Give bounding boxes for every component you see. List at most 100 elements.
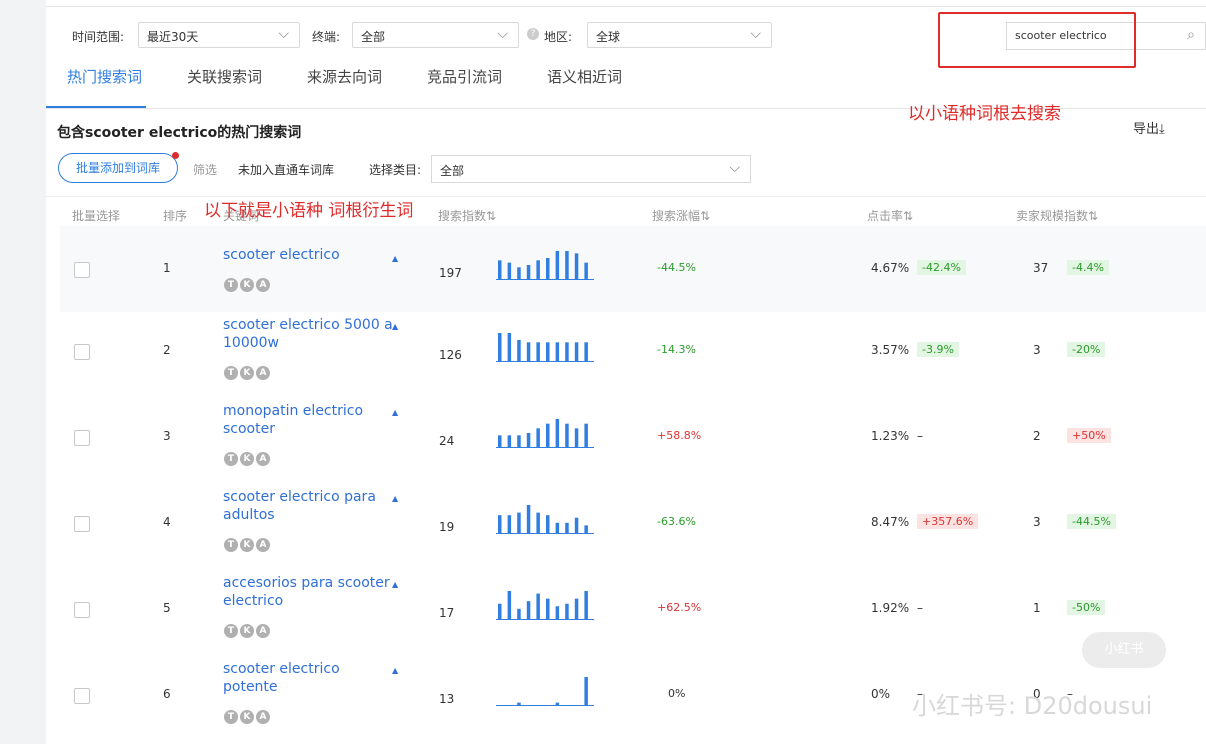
tag-t-icon: T	[224, 624, 238, 638]
tag-k-icon: K	[240, 538, 254, 552]
header-seller-scale-label: 卖家规模指数	[1016, 209, 1089, 223]
sparkline-bar	[536, 342, 540, 361]
sparkline-bar	[584, 342, 588, 361]
keyword-tags: TKA	[224, 532, 272, 552]
sparkline-bar	[574, 342, 579, 361]
sparkline-bar	[517, 267, 521, 279]
expand-triangle-icon[interactable]: ▲	[392, 254, 398, 263]
keyword-link[interactable]: monopatin electrico scooter	[223, 402, 393, 438]
category-select[interactable]: 全部 ⌵	[431, 155, 751, 183]
expand-triangle-icon[interactable]: ▲	[392, 494, 398, 503]
tag-k-icon: K	[240, 366, 254, 380]
row-checkbox[interactable]	[74, 602, 90, 618]
header-ctr[interactable]: 点击率⇅	[867, 207, 913, 224]
sparkline-bar	[517, 435, 521, 447]
search-growth-value: +58.8%	[657, 429, 702, 442]
terminal-select[interactable]: 全部 ⌵	[352, 22, 519, 48]
row-checkbox[interactable]	[74, 262, 90, 278]
chevron-down-icon: ⌵	[497, 26, 508, 42]
sparkline-bar	[565, 342, 569, 361]
sparkline-bar	[546, 258, 550, 279]
region-label: 地区:	[544, 30, 573, 44]
tag-a-icon: A	[256, 278, 270, 292]
keyword-link[interactable]: scooter electrico 5000 a 10000w	[223, 316, 393, 352]
sparkline-bar	[555, 251, 560, 279]
chevron-down-icon: ⌵	[750, 26, 761, 42]
expand-triangle-icon[interactable]: ▲	[392, 666, 398, 675]
row-rank: 3	[163, 429, 171, 443]
search-index-value: 126	[439, 348, 462, 362]
row-checkbox[interactable]	[74, 430, 90, 446]
sort-icon: ⇅	[486, 209, 497, 223]
help-icon[interactable]: ?	[527, 28, 539, 40]
trend-sparkline	[496, 251, 594, 280]
row-rank: 5	[163, 601, 171, 615]
ctr-change-value: –	[917, 601, 923, 615]
search-index-value: 17	[439, 606, 455, 620]
sparkline-bar	[565, 251, 569, 279]
table-row: 4 scooter electrico para adultos ▲ T K A 19 -63…	[60, 478, 1206, 564]
keyword-tags: TKA	[224, 360, 272, 380]
sparkline-bar	[517, 608, 521, 619]
notification-dot	[172, 152, 179, 159]
tag-t-icon: T	[224, 710, 238, 724]
expand-triangle-icon[interactable]: ▲	[392, 580, 398, 589]
sort-icon: ⇅	[1088, 209, 1099, 223]
watermark-logo: 小红书	[1082, 632, 1166, 668]
sparkline-bar	[546, 598, 550, 619]
sparkline-bar	[565, 522, 569, 533]
keyword-link[interactable]: scooter electrico	[223, 246, 393, 264]
sparkline-bar	[507, 435, 512, 447]
category-label: 选择类目:	[369, 163, 422, 177]
bulk-add-button[interactable]: 批量添加到词库	[58, 153, 178, 183]
top-divider	[46, 6, 1206, 7]
row-checkbox[interactable]	[74, 516, 90, 532]
tag-a-icon: A	[256, 366, 270, 380]
sparkline-bar	[526, 505, 531, 533]
sparkline-bar	[526, 601, 531, 619]
ctr-value: 8.47%	[871, 515, 910, 529]
sparkline-bar	[565, 423, 569, 447]
keyword-link[interactable]: scooter electrico potente	[223, 660, 393, 696]
region-select[interactable]: 全球 ⌵	[587, 22, 772, 48]
tag-a-icon: A	[256, 538, 270, 552]
keyword-link[interactable]: accesorios para scooter electrico	[223, 574, 393, 610]
seller-change-badge: -44.5%	[1067, 514, 1116, 529]
keyword-link[interactable]: scooter electrico para adultos	[223, 488, 393, 524]
sparkline-bar	[574, 517, 579, 533]
tab-hot-search[interactable]: 热门搜索词	[67, 66, 142, 87]
annotation-search-note: 以小语种词根去搜索	[908, 104, 1061, 124]
tab-semantic-similar[interactable]: 语义相近词	[547, 66, 622, 87]
header-search-growth[interactable]: 搜索涨幅⇅	[652, 207, 710, 224]
search-index-value: 197	[439, 266, 462, 280]
time-range-value: 最近30天	[147, 30, 199, 44]
seller-index-value: 2	[1033, 429, 1041, 443]
chevron-down-icon: ⌵	[278, 26, 289, 42]
sparkline-bar	[526, 342, 531, 361]
export-button[interactable]: 导出⤓	[1133, 118, 1165, 137]
ctr-value: 0%	[871, 687, 891, 701]
keyword-tags: TKA	[224, 272, 272, 292]
tab-source-destination[interactable]: 来源去向词	[307, 66, 382, 87]
search-icon[interactable]: ⌕	[1187, 27, 1195, 43]
expand-triangle-icon[interactable]: ▲	[392, 408, 398, 417]
sparkline-bar	[498, 603, 502, 619]
expand-triangle-icon[interactable]: ▲	[392, 322, 398, 331]
ctr-value: 1.23%	[871, 429, 910, 443]
sparkline-bar	[584, 262, 588, 279]
ctr-value: 4.67%	[871, 261, 910, 275]
header-search-index-label: 搜索指数	[438, 209, 487, 223]
header-search-index[interactable]: 搜索指数⇅	[438, 207, 496, 224]
sparkline-bar	[507, 262, 512, 279]
sparkline-bar	[536, 260, 540, 279]
header-ctr-label: 点击率	[867, 209, 904, 223]
tab-related-search[interactable]: 关联搜索词	[187, 66, 262, 87]
row-checkbox[interactable]	[74, 344, 90, 360]
not-added-filter[interactable]: 未加入直通车词库	[238, 161, 334, 178]
sparkline-bar	[517, 340, 521, 361]
header-seller-scale[interactable]: 卖家规模指数⇅	[1016, 207, 1098, 224]
tab-competitor-traffic[interactable]: 竞品引流词	[427, 66, 502, 87]
row-checkbox[interactable]	[74, 688, 90, 704]
time-range-select[interactable]: 最近30天 ⌵	[138, 22, 300, 48]
row-rank: 2	[163, 343, 171, 357]
